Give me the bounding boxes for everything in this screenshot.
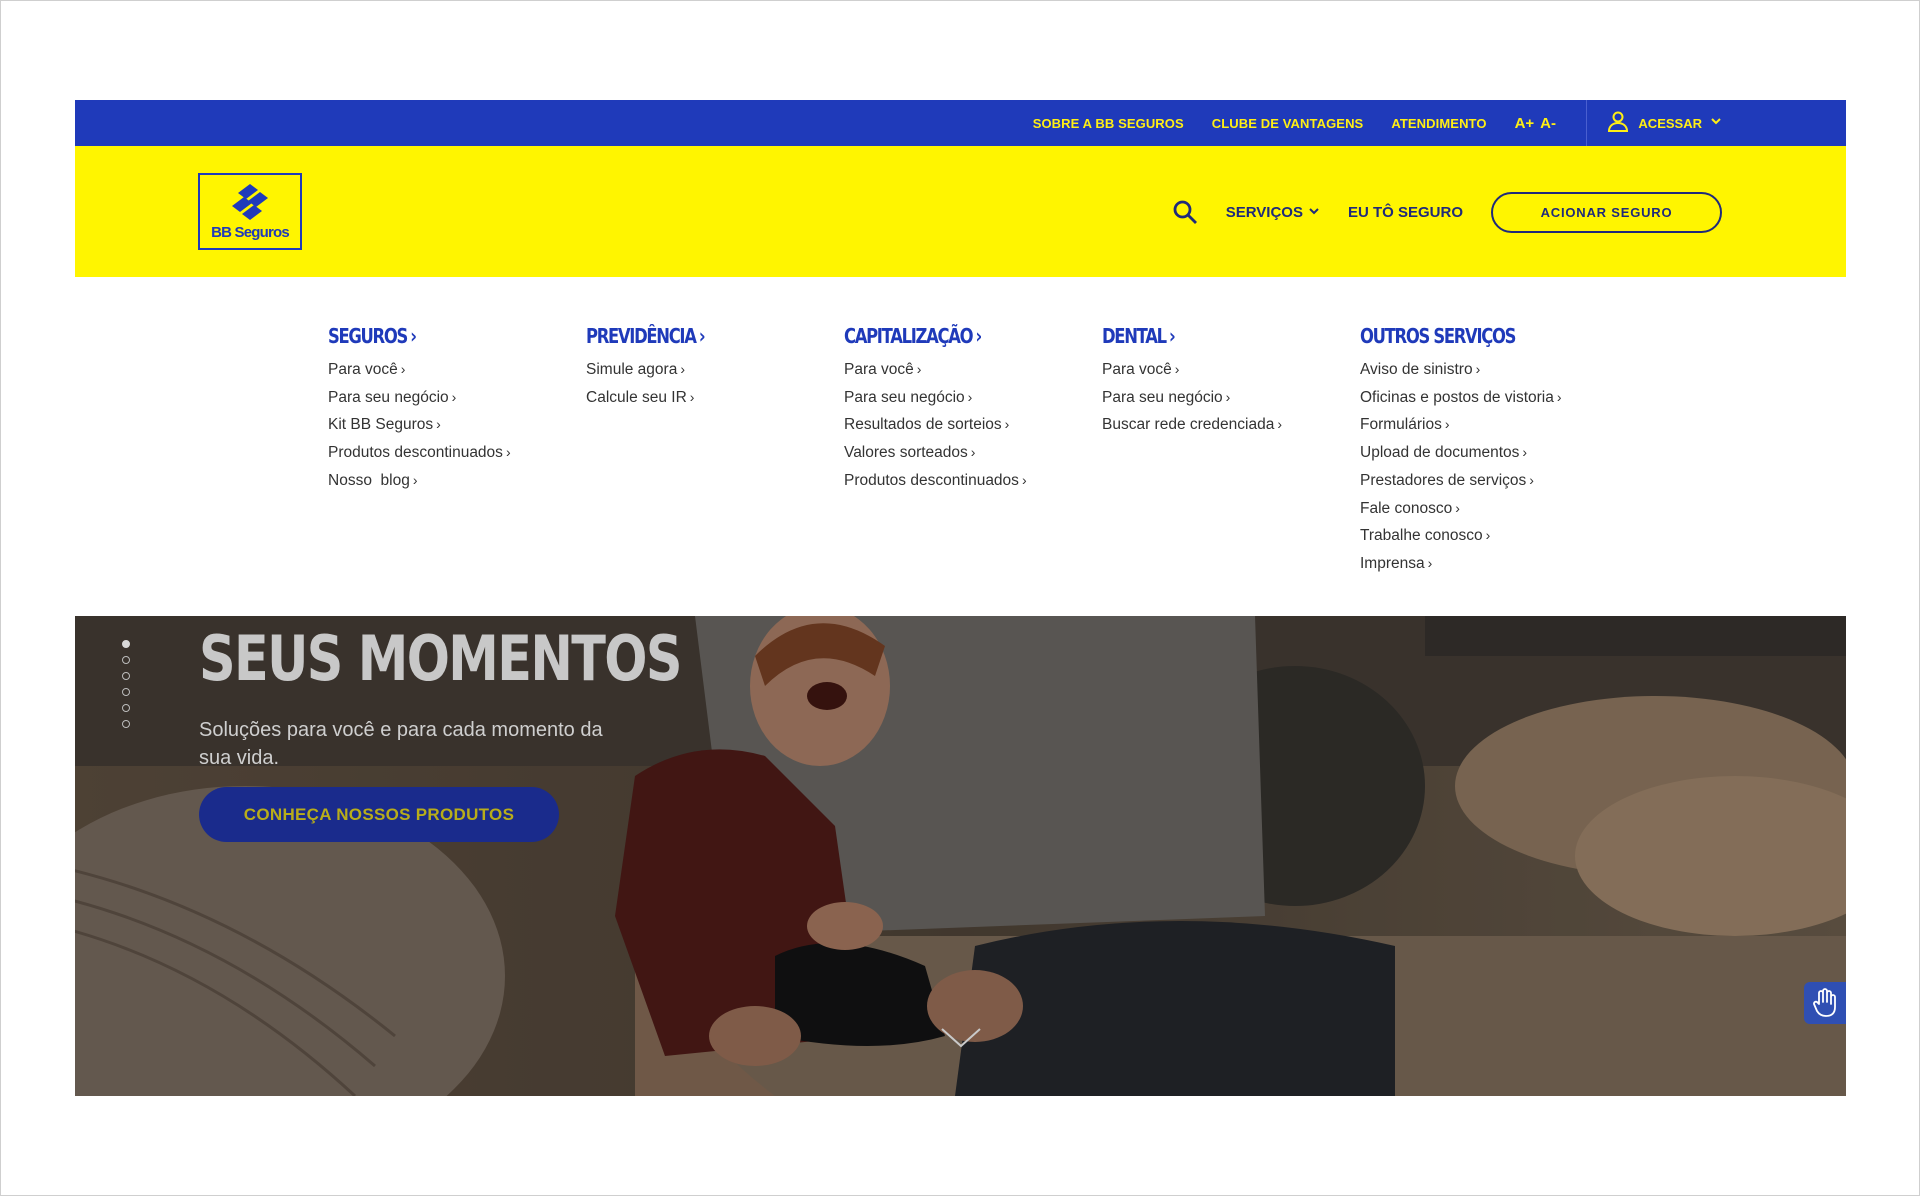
menu-link[interactable]: Oficinas e postos de vistoria › bbox=[1360, 384, 1562, 412]
hero-subtitle: Soluções para você e para cada momento d… bbox=[199, 719, 603, 769]
chevron-right-icon: › bbox=[400, 361, 406, 377]
chevron-right-icon: › bbox=[412, 471, 418, 488]
menu-link[interactable]: Produtos descontinuados › bbox=[844, 467, 1027, 495]
menu-column-dental: DENTAL › Para você › Para seu negócio › Bus… bbox=[1102, 324, 1282, 439]
menu-heading-previdencia[interactable]: PREVIDÊNCIA › bbox=[586, 324, 706, 348]
slide-indicators bbox=[122, 640, 130, 728]
link-sobre[interactable]: SOBRE A BB SEGUROS bbox=[1033, 116, 1184, 131]
bb-seguros-logo[interactable]: BB Seguros bbox=[198, 173, 302, 250]
menu-link[interactable]: Buscar rede credenciada › bbox=[1102, 411, 1282, 439]
header-nav: SERVIÇOS EU TÔ SEGURO ACIONAR SEGURO bbox=[1172, 191, 1722, 233]
menu-link[interactable]: Valores sorteados › bbox=[844, 439, 1027, 467]
menu-link[interactable]: Para você › bbox=[328, 356, 511, 384]
menu-link[interactable]: Imprensa › bbox=[1360, 550, 1562, 578]
menu-link[interactable]: Para seu negócio › bbox=[1102, 384, 1282, 412]
chevron-right-icon: › bbox=[410, 324, 417, 348]
menu-column-seguros: SEGUROS › Para você › Para seu negócio › Ki… bbox=[328, 324, 511, 495]
menu-heading-seguros[interactable]: SEGUROS › bbox=[328, 324, 417, 348]
menu-link[interactable]: Trabalhe conosco › bbox=[1360, 522, 1562, 550]
chevron-right-icon: › bbox=[975, 324, 982, 348]
chevron-right-icon: › bbox=[1174, 361, 1180, 377]
menu-link[interactable]: Para você › bbox=[1102, 356, 1282, 384]
menu-link[interactable]: Nosso blog › bbox=[328, 467, 511, 495]
link-atendimento[interactable]: ATENDIMENTO bbox=[1391, 116, 1486, 131]
menu-heading-capitalizacao[interactable]: CAPITALIZAÇÃO › bbox=[844, 324, 982, 348]
chevron-right-icon: › bbox=[1225, 388, 1231, 405]
hand-icon[interactable] bbox=[1804, 982, 1846, 1024]
search-icon[interactable] bbox=[1172, 199, 1198, 225]
chevron-right-icon: › bbox=[1277, 416, 1282, 433]
user-icon bbox=[1606, 109, 1630, 138]
link-clube-vantagens[interactable]: CLUBE DE VANTAGENS bbox=[1212, 116, 1364, 131]
bb-logo-icon bbox=[232, 184, 268, 220]
conheca-produtos-button[interactable]: CONHEÇA NOSSOS PRODUTOS bbox=[199, 787, 559, 842]
chevron-right-icon: › bbox=[1529, 471, 1534, 488]
slide-dot[interactable] bbox=[122, 672, 130, 680]
chevron-right-icon: › bbox=[916, 361, 922, 377]
chevron-right-icon: › bbox=[1522, 444, 1528, 461]
hero-banner: SEUS MOMENTOS Soluções para você e para … bbox=[75, 616, 1846, 1096]
chevron-right-icon: › bbox=[1485, 527, 1491, 544]
chevron-right-icon: › bbox=[970, 444, 976, 461]
font-size-controls: A+ A- bbox=[1515, 115, 1556, 132]
menu-link[interactable]: Para seu negócio › bbox=[328, 384, 511, 412]
menu-link[interactable]: Upload de documentos › bbox=[1360, 439, 1562, 467]
chevron-right-icon: › bbox=[1455, 499, 1460, 516]
menu-link[interactable]: Para você › bbox=[844, 356, 1027, 384]
chevron-right-icon: › bbox=[1169, 324, 1176, 348]
chevron-right-icon: › bbox=[1444, 416, 1450, 433]
chevron-right-icon: › bbox=[1556, 388, 1562, 405]
chevron-right-icon: › bbox=[967, 388, 973, 405]
menu-column-capitalizacao: CAPITALIZAÇÃO › Para você › Para seu negóc… bbox=[844, 324, 1027, 495]
menu-column-previdencia: PREVIDÊNCIA › Simule agora › Calcule seu I… bbox=[586, 324, 730, 411]
account-menu[interactable]: ACESSAR bbox=[1606, 100, 1722, 146]
chevron-right-icon: › bbox=[1021, 471, 1027, 488]
top-divider bbox=[1586, 100, 1587, 146]
chevron-right-icon: › bbox=[698, 324, 706, 348]
chevron-right-icon: › bbox=[436, 416, 441, 433]
main-header: BB Seguros SERVIÇOS EU TÔ SEGURO ACIONAR… bbox=[75, 146, 1846, 277]
chevron-right-icon: › bbox=[1475, 361, 1481, 377]
chevron-right-icon: › bbox=[1427, 554, 1433, 571]
logo-text: BB Seguros bbox=[211, 224, 290, 241]
menu-link[interactable]: Formulários › bbox=[1360, 411, 1562, 439]
menu-link[interactable]: Para seu negócio › bbox=[844, 384, 1027, 412]
nav-servicos-label: SERVIÇOS bbox=[1225, 203, 1303, 221]
menu-link[interactable]: Aviso de sinistro › bbox=[1360, 356, 1562, 384]
menu-heading-outros-servicos[interactable]: OUTROS SERVIÇOS bbox=[1360, 324, 1516, 348]
nav-servicos[interactable]: SERVIÇOS bbox=[1226, 204, 1320, 221]
menu-link[interactable]: Prestadores de serviços › bbox=[1360, 467, 1562, 495]
chevron-down-icon bbox=[1710, 114, 1722, 132]
chevron-right-icon: › bbox=[451, 388, 457, 405]
font-increase-button[interactable]: A+ bbox=[1515, 115, 1535, 132]
acionar-seguro-button[interactable]: ACIONAR SEGURO bbox=[1491, 191, 1722, 233]
menu-link[interactable]: Produtos descontinuados › bbox=[328, 439, 511, 467]
menu-link[interactable]: Simule agora › bbox=[586, 356, 730, 384]
menu-link[interactable]: Kit BB Seguros › bbox=[328, 411, 511, 439]
font-decrease-button[interactable]: A- bbox=[1540, 115, 1556, 132]
hero-title: SEUS MOMENTOS bbox=[199, 622, 682, 695]
slide-dot[interactable] bbox=[122, 656, 130, 664]
top-bar: SOBRE A BB SEGUROS CLUBE DE VANTAGENS AT… bbox=[75, 100, 1846, 146]
nav-eu-to-seguro[interactable]: EU TÔ SEGURO bbox=[1348, 204, 1463, 221]
chevron-right-icon: › bbox=[505, 444, 511, 461]
chevron-right-icon: › bbox=[1004, 416, 1010, 433]
menu-heading-dental[interactable]: DENTAL › bbox=[1102, 324, 1176, 348]
top-links: SOBRE A BB SEGUROS CLUBE DE VANTAGENS AT… bbox=[1033, 100, 1556, 146]
chevron-down-icon bbox=[1308, 204, 1320, 221]
menu-link[interactable]: Calcule seu IR › bbox=[586, 384, 730, 412]
mega-menu: SEGUROS › Para você › Para seu negócio › Ki… bbox=[75, 277, 1846, 616]
chevron-right-icon: › bbox=[680, 361, 685, 377]
menu-link[interactable]: Fale conosco › bbox=[1360, 495, 1562, 523]
chevron-down-icon[interactable] bbox=[940, 1026, 982, 1055]
slide-dot[interactable] bbox=[122, 688, 130, 696]
menu-link[interactable]: Resultados de sorteios › bbox=[844, 411, 1027, 439]
menu-column-outros-servicos: OUTROS SERVIÇOS Aviso de sinistro › Ofici… bbox=[1360, 324, 1562, 578]
slide-dot[interactable] bbox=[122, 640, 130, 648]
slide-dot[interactable] bbox=[122, 720, 130, 728]
slide-dot[interactable] bbox=[122, 704, 130, 712]
account-label: ACESSAR bbox=[1638, 115, 1702, 131]
chevron-right-icon: › bbox=[689, 388, 695, 405]
